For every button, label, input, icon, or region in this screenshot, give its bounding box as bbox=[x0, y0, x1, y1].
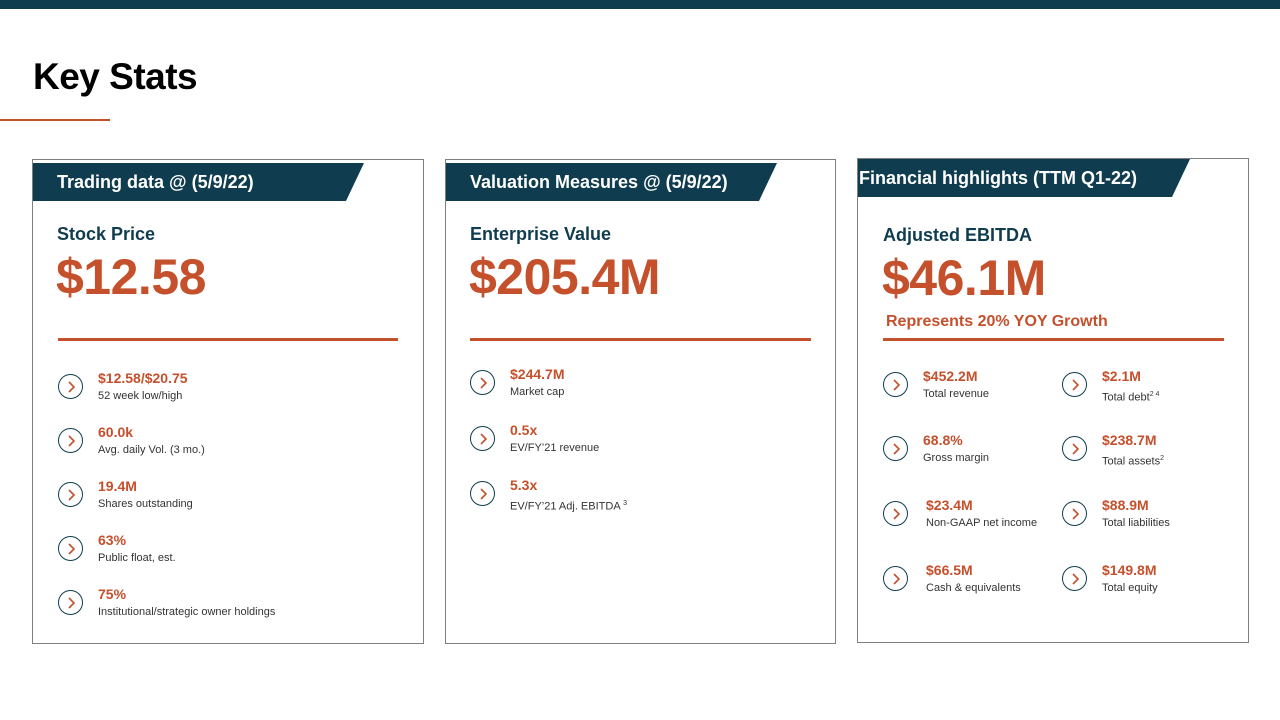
metric-value: $46.1M bbox=[882, 250, 1046, 306]
chevron-right-icon bbox=[1062, 436, 1087, 461]
stat-item: 5.3x EV/FY’21 Adj. EBITDA 3 bbox=[470, 477, 627, 515]
stat-item: 63% Public float, est. bbox=[58, 532, 176, 566]
chevron-right-icon bbox=[58, 536, 83, 561]
title-underline bbox=[0, 119, 110, 121]
chevron-right-icon bbox=[470, 426, 495, 451]
chevron-right-icon bbox=[58, 590, 83, 615]
stat-item: $149.8M Total equity bbox=[1062, 562, 1158, 596]
stat-value: 75% bbox=[98, 586, 127, 602]
chevron-right-icon bbox=[470, 370, 495, 395]
stat-description: Total assets2 bbox=[1102, 451, 1164, 470]
chevron-right-icon bbox=[883, 436, 908, 461]
stat-item: 60.0k Avg. daily Vol. (3 mo.) bbox=[58, 424, 205, 458]
stat-item: 0.5x EV/FY’21 revenue bbox=[470, 422, 599, 456]
stat-value: $238.7M bbox=[1102, 432, 1157, 448]
stat-value: $244.7M bbox=[510, 366, 565, 382]
footnote-marker: 2 4 bbox=[1149, 391, 1160, 398]
footnote-marker: 3 bbox=[623, 500, 628, 507]
card-divider bbox=[58, 338, 398, 341]
stat-item: $452.2M Total revenue bbox=[883, 368, 989, 402]
stat-value: $88.9M bbox=[1102, 497, 1149, 513]
stat-item: $88.9M Total liabilities bbox=[1062, 497, 1170, 531]
card-divider bbox=[883, 338, 1224, 341]
stat-description: EV/FY’21 Adj. EBITDA 3 bbox=[510, 496, 627, 515]
stat-description: Total liabilities bbox=[1102, 517, 1170, 529]
stat-description-text: Total debt bbox=[1102, 391, 1150, 404]
card-divider bbox=[470, 338, 811, 341]
card-header: Trading data @ (5/9/22) bbox=[33, 163, 364, 201]
stat-value: $2.1M bbox=[1102, 368, 1141, 384]
chevron-right-icon bbox=[883, 372, 908, 397]
stat-value: 60.0k bbox=[98, 424, 134, 440]
card-header: Financial highlights (TTM Q1-22) bbox=[858, 159, 1190, 197]
stat-description: Gross margin bbox=[923, 452, 990, 464]
stat-value: $66.5M bbox=[926, 562, 973, 578]
stat-value: $452.2M bbox=[923, 368, 978, 384]
stat-value: 63% bbox=[98, 532, 127, 548]
stat-description: Total revenue bbox=[923, 388, 990, 400]
chevron-right-icon bbox=[1062, 501, 1087, 526]
chevron-right-icon bbox=[1062, 372, 1087, 397]
stat-value: 68.8% bbox=[923, 432, 963, 448]
metric-label: Enterprise Value bbox=[470, 224, 612, 244]
stat-description-text: Total assets bbox=[1102, 455, 1161, 468]
chevron-right-icon bbox=[58, 428, 83, 453]
metric-label: Adjusted EBITDA bbox=[883, 225, 1033, 245]
stat-description: Total equity bbox=[1102, 582, 1158, 594]
stat-value: 5.3x bbox=[510, 477, 538, 493]
valuation-measures-card: Valuation Measures @ (5/9/22) Enterprise… bbox=[445, 159, 836, 644]
stat-description: Market cap bbox=[510, 386, 565, 398]
stat-value: $12.58/$20.75 bbox=[98, 370, 188, 386]
stat-description: 52 week low/high bbox=[98, 390, 183, 402]
stat-description: Total debt2 4 bbox=[1102, 387, 1159, 406]
stat-description: Public float, est. bbox=[98, 552, 176, 564]
stat-description: Non-GAAP net income bbox=[926, 517, 1038, 529]
stat-description: Shares outstanding bbox=[98, 498, 193, 510]
metric-label: Stock Price bbox=[57, 224, 156, 244]
stat-item: $238.7M Total assets2 bbox=[1062, 432, 1164, 470]
top-accent-bar bbox=[0, 0, 1280, 9]
stat-item: 19.4M Shares outstanding bbox=[58, 478, 193, 512]
stat-value: $149.8M bbox=[1102, 562, 1157, 578]
chevron-right-icon bbox=[883, 501, 908, 526]
card-header: Valuation Measures @ (5/9/22) bbox=[446, 163, 777, 201]
stat-description-text: EV/FY’21 Adj. EBITDA bbox=[510, 500, 621, 513]
trading-data-card: Trading data @ (5/9/22) Stock Price $12.… bbox=[32, 159, 424, 644]
stat-item: $66.5M Cash & equivalents bbox=[883, 562, 1021, 596]
stat-item: 68.8% Gross margin bbox=[883, 432, 989, 466]
stat-description: EV/FY’21 revenue bbox=[510, 442, 600, 454]
footnote-marker: 2 bbox=[1160, 455, 1164, 462]
stat-description: Cash & equivalents bbox=[926, 582, 1021, 594]
chevron-right-icon bbox=[58, 482, 83, 507]
chevron-right-icon bbox=[58, 374, 83, 399]
stat-item: $2.1M Total debt2 4 bbox=[1062, 368, 1159, 406]
stat-value: 0.5x bbox=[510, 422, 538, 438]
metric-value: $205.4M bbox=[469, 249, 661, 305]
stat-item: $244.7M Market cap bbox=[470, 366, 564, 400]
stat-description: Institutional/strategic owner holdings bbox=[98, 606, 276, 618]
stat-item: 75% Institutional/strategic owner holding… bbox=[58, 586, 275, 620]
chevron-right-icon bbox=[470, 481, 495, 506]
stat-item: $23.4M Non-GAAP net income bbox=[883, 497, 1037, 531]
chevron-right-icon bbox=[883, 566, 908, 591]
stat-value: $23.4M bbox=[926, 497, 973, 513]
metric-subtitle: Represents 20% YOY Growth bbox=[886, 313, 1108, 330]
metric-value: $12.58 bbox=[56, 249, 206, 305]
financial-highlights-card: Financial highlights (TTM Q1-22) Adjuste… bbox=[857, 158, 1249, 643]
page-title: Key Stats bbox=[33, 56, 198, 97]
stat-description: Avg. daily Vol. (3 mo.) bbox=[98, 444, 205, 456]
stat-item: $12.58/$20.75 52 week low/high bbox=[58, 370, 188, 404]
stat-value: 19.4M bbox=[98, 478, 137, 494]
chevron-right-icon bbox=[1062, 566, 1087, 591]
